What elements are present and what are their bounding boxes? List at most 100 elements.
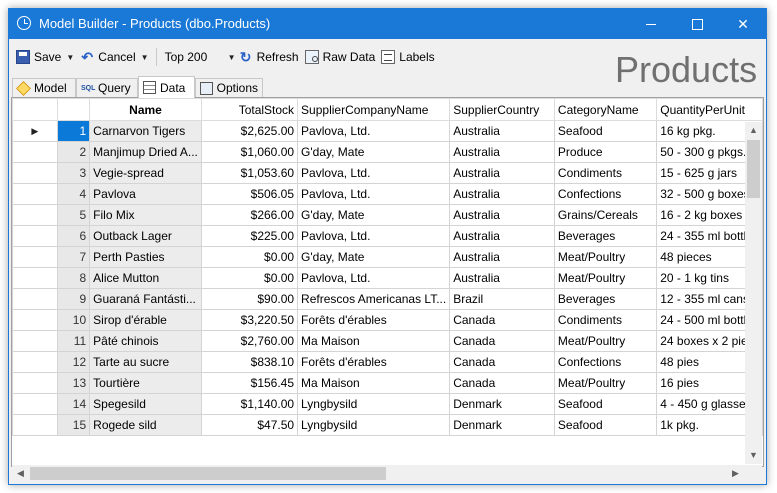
cell-name[interactable]: Vegie-spread: [89, 162, 202, 184]
raw-data-button[interactable]: Raw Data: [302, 46, 379, 68]
cell-totalstock[interactable]: $90.00: [200, 288, 299, 310]
cell-totalstock[interactable]: $266.00: [200, 204, 299, 226]
table-row[interactable]: 13 Tourtière $156.45 Ma Maison Canada Me…: [12, 372, 763, 394]
row-number[interactable]: 13: [56, 372, 91, 394]
cell-categoryname[interactable]: Meat/Poultry: [553, 372, 658, 394]
row-number[interactable]: 7: [56, 246, 91, 268]
cell-name[interactable]: Pâté chinois: [89, 330, 202, 352]
row-number[interactable]: 11: [56, 330, 91, 352]
table-row[interactable]: 11 Pâté chinois $2,760.00 Ma Maison Cana…: [12, 330, 763, 352]
cell-categoryname[interactable]: Beverages: [553, 225, 658, 247]
cell-suppliercountry[interactable]: Australia: [449, 120, 555, 142]
scroll-left-arrow-icon[interactable]: ◀: [12, 465, 29, 482]
cell-suppliercompanyname[interactable]: Ma Maison: [297, 372, 451, 394]
cell-name[interactable]: Filo Mix: [89, 204, 202, 226]
column-header-suppliercompanyname[interactable]: SupplierCompanyName: [297, 98, 451, 121]
row-number-header[interactable]: [56, 98, 91, 121]
row-number[interactable]: 15: [56, 414, 91, 436]
cell-suppliercompanyname[interactable]: Pavlova, Ltd.: [297, 183, 451, 205]
cell-categoryname[interactable]: Seafood: [553, 414, 658, 436]
top-rows-select[interactable]: Top 200 ▼: [161, 47, 236, 67]
cell-totalstock[interactable]: $0.00: [200, 267, 299, 289]
table-row[interactable]: 2 Manjimup Dried A... $1,060.00 G'day, M…: [12, 141, 763, 163]
cell-totalstock[interactable]: $838.10: [200, 351, 299, 373]
cell-totalstock[interactable]: $506.05: [200, 183, 299, 205]
cell-name[interactable]: Rogede sild: [89, 414, 202, 436]
row-number[interactable]: 6: [56, 225, 91, 247]
cell-suppliercompanyname[interactable]: Refrescos Americanas LT...: [297, 288, 451, 310]
cell-name[interactable]: Guaraná Fantásti...: [89, 288, 202, 310]
minimize-button[interactable]: [628, 9, 674, 39]
row-number[interactable]: 14: [56, 393, 91, 415]
cell-categoryname[interactable]: Meat/Poultry: [553, 330, 658, 352]
table-row[interactable]: 15 Rogede sild $47.50 Lyngbysild Denmark…: [12, 414, 763, 436]
top-rows-dropdown-arrow-icon[interactable]: ▼: [228, 53, 236, 62]
cell-totalstock[interactable]: $1,053.60: [200, 162, 299, 184]
cell-categoryname[interactable]: Condiments: [553, 309, 658, 331]
cell-totalstock[interactable]: $1,140.00: [200, 393, 299, 415]
refresh-button[interactable]: ↻ Refresh: [236, 46, 302, 68]
cell-suppliercountry[interactable]: Denmark: [449, 414, 555, 436]
cell-name[interactable]: Tarte au sucre: [89, 351, 202, 373]
cell-suppliercountry[interactable]: Canada: [449, 309, 555, 331]
row-number[interactable]: 4: [56, 183, 91, 205]
tab-options[interactable]: Options: [195, 78, 263, 97]
cell-suppliercompanyname[interactable]: Forêts d'érables: [297, 309, 451, 331]
column-header-categoryname[interactable]: CategoryName: [553, 98, 658, 121]
cell-categoryname[interactable]: Seafood: [553, 120, 658, 142]
cell-suppliercountry[interactable]: Brazil: [449, 288, 555, 310]
cell-suppliercountry[interactable]: Australia: [449, 162, 555, 184]
cell-suppliercompanyname[interactable]: Pavlova, Ltd.: [297, 267, 451, 289]
scroll-right-arrow-icon[interactable]: ▶: [727, 465, 744, 482]
cell-name[interactable]: Tourtière: [89, 372, 202, 394]
cell-name[interactable]: Manjimup Dried A...: [89, 141, 202, 163]
row-number[interactable]: 10: [56, 309, 91, 331]
cell-suppliercompanyname[interactable]: Pavlova, Ltd.: [297, 162, 451, 184]
cell-suppliercountry[interactable]: Canada: [449, 372, 555, 394]
cell-name[interactable]: Pavlova: [89, 183, 202, 205]
cell-categoryname[interactable]: Grains/Cereals: [553, 204, 658, 226]
cell-suppliercompanyname[interactable]: G'day, Mate: [297, 246, 451, 268]
cell-categoryname[interactable]: Confections: [553, 183, 658, 205]
scroll-down-arrow-icon[interactable]: ▼: [745, 447, 762, 464]
cell-suppliercountry[interactable]: Canada: [449, 330, 555, 352]
cell-categoryname[interactable]: Meat/Poultry: [553, 246, 658, 268]
scroll-up-arrow-icon[interactable]: ▲: [745, 122, 762, 139]
tab-data[interactable]: Data: [138, 76, 195, 98]
column-header-quantityperunit[interactable]: QuantityPerUnit: [656, 98, 763, 121]
table-row[interactable]: 9 Guaraná Fantásti... $90.00 Refrescos A…: [12, 288, 763, 310]
table-row[interactable]: 5 Filo Mix $266.00 G'day, Mate Australia…: [12, 204, 763, 226]
cell-categoryname[interactable]: Seafood: [553, 393, 658, 415]
horizontal-scrollbar[interactable]: ◀ ▶: [12, 465, 744, 482]
cell-name[interactable]: Perth Pasties: [89, 246, 202, 268]
row-number[interactable]: 2: [56, 141, 91, 163]
labels-button[interactable]: Labels: [378, 46, 437, 68]
cell-suppliercountry[interactable]: Australia: [449, 225, 555, 247]
row-number[interactable]: 9: [56, 288, 91, 310]
cell-suppliercompanyname[interactable]: Pavlova, Ltd.: [297, 225, 451, 247]
row-number[interactable]: 3: [56, 162, 91, 184]
cell-suppliercompanyname[interactable]: Lyngbysild: [297, 393, 451, 415]
cell-suppliercompanyname[interactable]: Pavlova, Ltd.: [297, 120, 451, 142]
table-row[interactable]: 7 Perth Pasties $0.00 G'day, Mate Austra…: [12, 246, 763, 268]
table-row[interactable]: 3 Vegie-spread $1,053.60 Pavlova, Ltd. A…: [12, 162, 763, 184]
vertical-scroll-thumb[interactable]: [747, 140, 760, 198]
cell-suppliercountry[interactable]: Canada: [449, 351, 555, 373]
tab-query[interactable]: SQL Query: [76, 78, 138, 97]
cell-suppliercompanyname[interactable]: G'day, Mate: [297, 204, 451, 226]
cell-suppliercountry[interactable]: Denmark: [449, 393, 555, 415]
cell-totalstock[interactable]: $47.50: [200, 414, 299, 436]
cell-categoryname[interactable]: Beverages: [553, 288, 658, 310]
cell-name[interactable]: Carnarvon Tigers: [89, 120, 202, 142]
cell-suppliercountry[interactable]: Australia: [449, 267, 555, 289]
table-row[interactable]: 6 Outback Lager $225.00 Pavlova, Ltd. Au…: [12, 225, 763, 247]
cancel-dropdown-arrow-icon[interactable]: ▼: [141, 53, 149, 62]
cell-name[interactable]: Spegesild: [89, 393, 202, 415]
table-row[interactable]: 12 Tarte au sucre $838.10 Forêts d'érabl…: [12, 351, 763, 373]
cell-suppliercountry[interactable]: Australia: [449, 183, 555, 205]
cell-categoryname[interactable]: Condiments: [553, 162, 658, 184]
cell-categoryname[interactable]: Meat/Poultry: [553, 267, 658, 289]
cell-totalstock[interactable]: $2,625.00: [200, 120, 299, 142]
vertical-scrollbar[interactable]: ▲ ▼: [745, 122, 762, 464]
save-dropdown-arrow-icon[interactable]: ▼: [66, 53, 74, 62]
